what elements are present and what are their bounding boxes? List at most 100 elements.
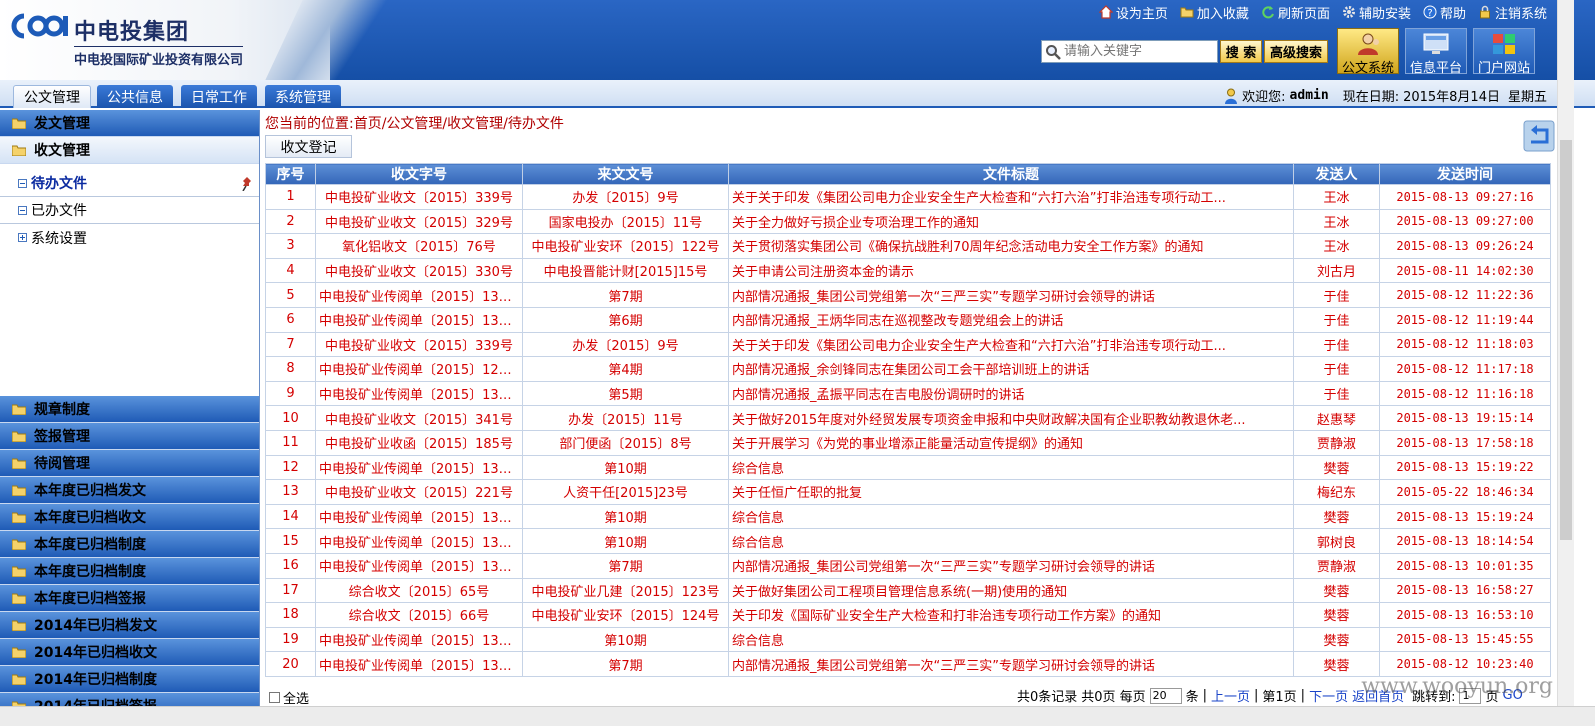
search-button[interactable]: 搜 索 (1220, 40, 1262, 63)
table-row[interactable]: 15 中电投矿业传阅单〔2015〕134号 第10期 综合信息 郭树良 2015-08-1… (265, 528, 1551, 554)
official-doc-system-button[interactable]: 公文系统 (1337, 28, 1399, 76)
logout-link[interactable]: 注销系统 (1478, 3, 1547, 22)
tab-receive-register[interactable]: 收文登记 (265, 135, 352, 158)
table-row[interactable]: 16 中电投矿业传阅单〔2015〕132号 第7期 内部情况通报_集团公司党组第一次“… (265, 552, 1551, 579)
column-header-receive-no[interactable]: 收文字号 (315, 163, 523, 185)
table-row[interactable]: 19 中电投矿业传阅单〔2015〕134号 第10期 综合信息 樊蓉 2015-08-13… (265, 626, 1551, 653)
source-doc-no: 办发〔2015〕11号 (522, 405, 729, 431)
sidebar-item-pending-docs[interactable]: 待办文件 (0, 170, 259, 197)
doc-title[interactable]: 内部情况通报_孟振平同志在吉电股份调研时的讲话 (728, 380, 1294, 407)
column-header-send-time[interactable]: 发送时间 (1379, 163, 1551, 185)
table-row[interactable]: 3 氧化铝收文〔2015〕76号 中电投矿业安环〔2015〕122号 关于贯彻落实集团… (265, 233, 1551, 259)
doc-title[interactable]: 综合信息 (728, 454, 1294, 481)
expand-icon (18, 233, 27, 242)
table-row[interactable]: 13 中电投矿业收文〔2015〕221号 人资干任[2015]23号 关于任恒广任职的… (265, 479, 1551, 505)
sidebar-item-system-settings[interactable]: 系统设置 (0, 224, 259, 251)
set-homepage-link[interactable]: 设为主页 (1098, 3, 1168, 22)
doc-title[interactable]: 关于全力做好亏损企业专项治理工作的通知 (728, 208, 1294, 235)
vertical-scrollbar[interactable] (1557, 0, 1574, 706)
select-all-checkbox[interactable] (269, 692, 280, 703)
sidebar-group[interactable]: 本年度已归档制度 (0, 531, 259, 558)
sidebar-group[interactable]: 签报管理 (0, 423, 259, 450)
doc-title[interactable]: 综合信息 (728, 503, 1294, 530)
add-favorite-link[interactable]: 加入收藏 (1180, 3, 1249, 22)
doc-title[interactable]: 内部情况通报_集团公司党组第一次“三严三实”专题学习研讨会领导的讲话 (728, 552, 1294, 579)
folder-icon (1180, 7, 1194, 18)
doc-title[interactable]: 内部情况通报_余剑锋同志在集团公司工会干部培训班上的讲话 (728, 356, 1294, 382)
tab-public-info[interactable]: 公共信息 (97, 85, 173, 108)
sidebar-group[interactable]: 待阅管理 (0, 450, 259, 477)
doc-title[interactable]: 综合信息 (728, 626, 1294, 653)
doc-title[interactable]: 关于开展学习《为党的事业增添正能量活动宣传提纲》的通知 (728, 429, 1294, 456)
table-row[interactable]: 10 中电投矿业收文〔2015〕341号 办发〔2015〕11号 关于做好2015年度… (265, 405, 1551, 431)
select-all[interactable]: 全选 (269, 688, 309, 707)
folder-icon (12, 118, 26, 129)
sidebar-item-done-docs[interactable]: 已办文件 (0, 197, 259, 224)
doc-title[interactable]: 内部情况通报_集团公司党组第一次“三严三实”专题学习研讨会领导的讲话 (728, 282, 1294, 308)
table-row[interactable]: 11 中电投矿业收函〔2015〕185号 部门便函〔2015〕8号 关于开展学习《为党… (265, 429, 1551, 456)
table-row[interactable]: 4 中电投矿业收文〔2015〕330号 中电投晋能计财[2015]15号 关于申请公司… (265, 257, 1551, 284)
source-doc-no: 第6期 (522, 306, 729, 333)
table-row[interactable]: 1 中电投矿业收文〔2015〕339号 办发〔2015〕9号 关于关于印发《集团公司电… (265, 184, 1551, 210)
table-row[interactable]: 7 中电投矿业收文〔2015〕339号 办发〔2015〕9号 关于关于印发《集团公司电… (265, 331, 1551, 358)
assist-install-link[interactable]: 辅助安装 (1342, 3, 1411, 22)
pin-icon[interactable] (241, 177, 253, 191)
table-row[interactable]: 9 中电投矿业传阅单〔2015〕130号 第5期 内部情况通报_孟振平同志在吉电股份调… (265, 380, 1551, 407)
doc-title[interactable]: 关于申请公司注册资本金的请示 (728, 257, 1294, 284)
table-row[interactable]: 20 中电投矿业传阅单〔2015〕132号 第7期 内部情况通报_集团公司党组第一次“… (265, 651, 1551, 677)
search-icon (1042, 41, 1064, 62)
tab-system-management[interactable]: 系统管理 (265, 85, 341, 108)
doc-title[interactable]: 关于关于印发《集团公司电力企业安全生产大检查和“六打六治”打非治违专项行动工..… (728, 184, 1294, 210)
doc-title[interactable]: 内部情况通报_集团公司党组第一次“三严三实”专题学习研讨会领导的讲话 (728, 651, 1294, 677)
doc-title[interactable]: 关于印发《国际矿业安全生产大检查和打非治违专项行动工作方案》的通知 (728, 602, 1294, 628)
sidebar-group[interactable]: 2014年已归档收文 (0, 639, 259, 666)
sidebar-group[interactable]: 2014年已归档发文 (0, 612, 259, 639)
doc-title[interactable]: 关于做好集团公司工程项目管理信息系统(一期)使用的通知 (728, 577, 1294, 604)
help-link[interactable]: ? 帮助 (1423, 3, 1466, 22)
sidebar-group[interactable]: 本年度已归档制度 (0, 558, 259, 585)
sidebar-group[interactable]: 本年度已归档签报 (0, 585, 259, 612)
sidebar-group[interactable]: 本年度已归档收文 (0, 504, 259, 531)
column-header-index[interactable]: 序号 (265, 163, 316, 185)
table-row[interactable]: 14 中电投矿业传阅单〔2015〕134号 第10期 综合信息 樊蓉 2015-08-13… (265, 503, 1551, 530)
doc-title[interactable]: 内部情况通报_王炳华同志在巡视整改专题党组会上的讲话 (728, 306, 1294, 333)
sidebar-group[interactable]: 本年度已归档发文 (0, 477, 259, 504)
receive-doc-no: 中电投矿业传阅单〔2015〕132号 (315, 651, 523, 677)
portal-site-button[interactable]: 门户网站 (1473, 28, 1535, 76)
panel-toggle-icon[interactable] (1523, 120, 1555, 152)
sidebar-group[interactable]: 规章制度 (0, 396, 259, 423)
table-row[interactable]: 6 中电投矿业传阅单〔2015〕131号 第6期 内部情况通报_王炳华同志在巡视整改专… (265, 306, 1551, 333)
column-header-title[interactable]: 文件标题 (728, 163, 1294, 185)
doc-title[interactable]: 综合信息 (728, 528, 1294, 554)
table-row[interactable]: 17 综合收文〔2015〕65号 中电投矿业几建〔2015〕123号 关于做好集团公司… (265, 577, 1551, 604)
advanced-search-button[interactable]: 高级搜索 (1264, 40, 1328, 63)
refresh-page-link[interactable]: 刷新页面 (1261, 3, 1330, 22)
info-platform-button[interactable]: 信息平台 (1405, 28, 1467, 76)
scrollbar-thumb[interactable] (1560, 140, 1572, 540)
per-page-suffix: 条 (1185, 690, 1199, 705)
column-header-source-no[interactable]: 来文文号 (522, 163, 729, 185)
doc-title[interactable]: 关于任恒广任职的批复 (728, 479, 1294, 505)
next-page-link[interactable]: 下一页 (1309, 686, 1348, 705)
column-header-sender[interactable]: 发送人 (1293, 163, 1380, 185)
table-row[interactable]: 18 综合收文〔2015〕66号 中电投矿业安环〔2015〕124号 关于印发《国际矿… (265, 602, 1551, 628)
sidebar-group-incoming[interactable]: 收文管理 (0, 137, 259, 164)
doc-title[interactable]: 关于关于印发《集团公司电力企业安全生产大检查和“六打六治”打非治违专项行动工..… (728, 331, 1294, 358)
table-row[interactable]: 12 中电投矿业传阅单〔2015〕134号 第10期 综合信息 樊蓉 2015-08-13… (265, 454, 1551, 481)
search-input[interactable] (1064, 42, 1214, 61)
document-table-body: 1 中电投矿业收文〔2015〕339号 办发〔2015〕9号 关于关于印发《集团公司电… (265, 184, 1551, 677)
watermark: www.wooyun.org (1361, 674, 1553, 699)
row-index: 2 (265, 208, 316, 235)
per-page-input[interactable] (1149, 687, 1182, 704)
table-row[interactable]: 5 中电投矿业传阅单〔2015〕132号 第7期 内部情况通报_集团公司党组第一次“三… (265, 282, 1551, 308)
doc-title[interactable]: 关于做好2015年度对外经贸发展专项资金申报和中央财政解决国有企业职教幼教退休老… (728, 405, 1294, 431)
send-time: 2015-08-13 16:58:27 (1379, 577, 1551, 604)
table-row[interactable]: 2 中电投矿业收文〔2015〕329号 国家电投办〔2015〕11号 关于全力做好亏损… (265, 208, 1551, 235)
tab-doc-management[interactable]: 公文管理 (13, 85, 91, 108)
sidebar-group-outgoing[interactable]: 发文管理 (0, 110, 259, 137)
sidebar-group[interactable]: 2014年已归档制度 (0, 666, 259, 693)
tab-daily-work[interactable]: 日常工作 (181, 85, 257, 108)
doc-title[interactable]: 关于贯彻落实集团公司《确保抗战胜利70周年纪念活动电力安全工作方案》的通知 (728, 233, 1294, 259)
prev-page-link[interactable]: 上一页 (1211, 686, 1250, 705)
table-row[interactable]: 8 中电投矿业传阅单〔2015〕129号 第4期 内部情况通报_余剑锋同志在集团公司工… (265, 356, 1551, 382)
